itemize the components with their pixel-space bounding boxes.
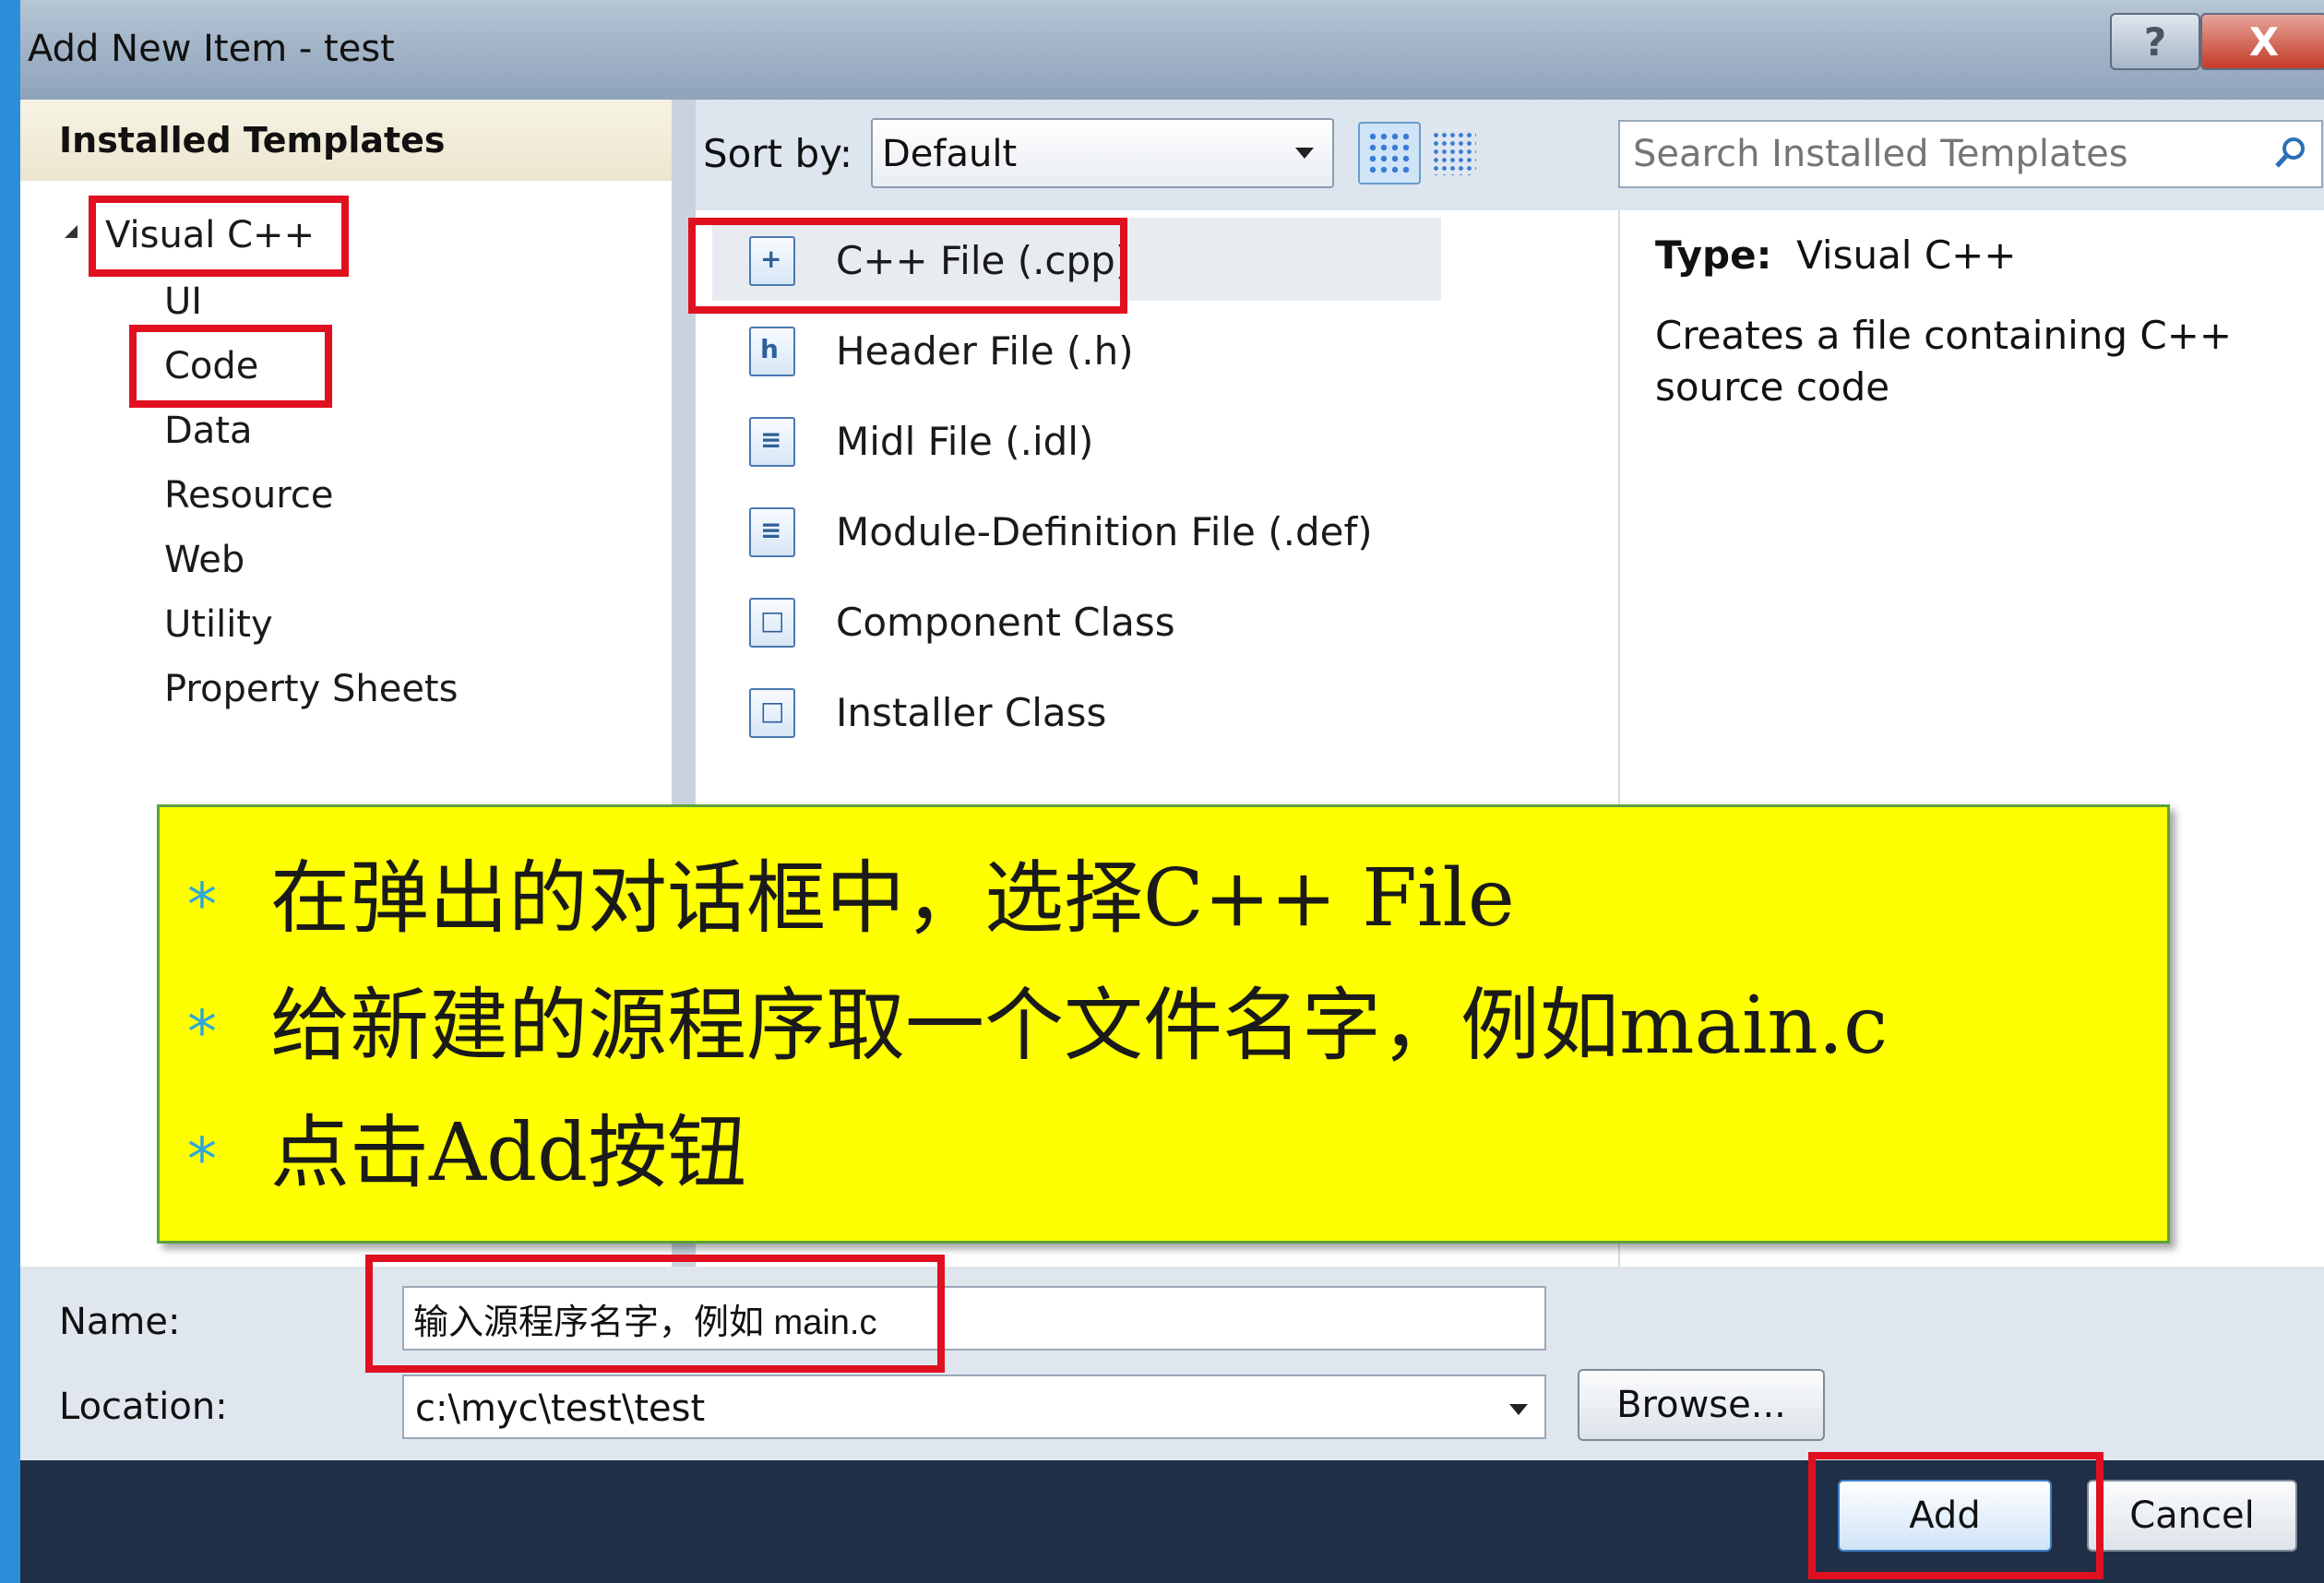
- installer-class-icon: □: [749, 688, 795, 738]
- highlight-code: [129, 325, 332, 408]
- callout-line-3: * 点击Add按钮: [187, 1088, 746, 1203]
- template-label: Midl File (.idl): [836, 419, 1094, 464]
- highlight-visual-cpp: [89, 196, 349, 277]
- midl-file-icon: ≡: [749, 417, 795, 467]
- callout-line-2: * 给新建的源程序取一个文件名字，例如main.c: [187, 960, 1888, 1076]
- highlight-add-button: [1808, 1452, 2104, 1579]
- small-icons-icon: [1432, 131, 1476, 175]
- installed-templates-title: Installed Templates: [59, 120, 446, 161]
- template-label: Module-Definition File (.def): [836, 509, 1373, 554]
- location-dropdown[interactable]: c:\myc\test\test: [402, 1375, 1546, 1439]
- def-file-icon: ≡: [749, 507, 795, 557]
- help-icon: ?: [2143, 18, 2167, 65]
- sort-by-label: Sort by:: [703, 131, 853, 176]
- bullet-icon: *: [187, 872, 217, 940]
- add-new-item-dialog: Add New Item - test ? X Installed Templa…: [20, 0, 2324, 1583]
- medium-icons-icon: [1367, 131, 1412, 175]
- template-item-header-file[interactable]: h Header File (.h): [712, 308, 1441, 391]
- browse-button[interactable]: Browse...: [1578, 1369, 1825, 1441]
- callout-text: 给新建的源程序取一个文件名字，例如main.c: [270, 980, 1889, 1072]
- tree-item-ui[interactable]: UI: [164, 280, 202, 323]
- template-label: Header File (.h): [836, 328, 1134, 374]
- small-icons-view-button[interactable]: [1423, 122, 1485, 184]
- bullet-icon: *: [187, 999, 217, 1067]
- window-title: Add New Item - test: [28, 28, 395, 70]
- sort-by-dropdown[interactable]: Default: [871, 118, 1334, 188]
- medium-icons-view-button[interactable]: [1358, 122, 1421, 184]
- callout-line-1: * 在弹出的对话框中，选择C++ File: [187, 833, 1515, 948]
- name-label: Name:: [59, 1301, 181, 1343]
- instruction-callout: * 在弹出的对话框中，选择C++ File * 给新建的源程序取一个文件名字，例如m…: [157, 804, 2170, 1244]
- type-value: Visual C++: [1796, 232, 2017, 278]
- template-item-component-class[interactable]: □ Component Class: [712, 579, 1441, 662]
- template-item-installer-class[interactable]: □ Installer Class: [712, 670, 1441, 753]
- location-label: Location:: [59, 1386, 228, 1428]
- tree-item-resource[interactable]: Resource: [164, 474, 333, 517]
- template-label: Component Class: [836, 600, 1175, 645]
- callout-text: 在弹出的对话框中，选择C++ File: [270, 852, 1515, 945]
- tree-item-web[interactable]: Web: [164, 539, 244, 581]
- type-label: Type:: [1655, 232, 1772, 278]
- highlight-cpp-file: [688, 218, 1127, 314]
- template-type: Type: Visual C++: [1655, 232, 2017, 278]
- installed-templates-header: Installed Templates: [20, 100, 672, 181]
- header-file-icon: h: [749, 327, 795, 376]
- title-bar: Add New Item - test ? X: [20, 0, 2324, 100]
- tree-item-property-sheets[interactable]: Property Sheets: [164, 668, 458, 710]
- location-value: c:\myc\test\test: [415, 1387, 706, 1430]
- close-icon: X: [2248, 18, 2280, 65]
- component-class-icon: □: [749, 598, 795, 648]
- chevron-down-icon: [1295, 148, 1314, 159]
- bullet-icon: *: [187, 1126, 217, 1195]
- template-item-module-definition-file[interactable]: ≡ Module-Definition File (.def): [712, 489, 1441, 572]
- search-templates-box: [1618, 120, 2323, 188]
- template-label: Installer Class: [836, 690, 1107, 735]
- tree-item-utility[interactable]: Utility: [164, 603, 273, 646]
- chevron-down-icon: [1509, 1404, 1528, 1415]
- template-description: Creates a file containing C++ source cod…: [1655, 313, 2233, 410]
- help-button[interactable]: ?: [2110, 13, 2200, 70]
- callout-text: 点击Add按钮: [270, 1107, 747, 1199]
- sort-by-value: Default: [882, 133, 1018, 175]
- template-item-midl-file[interactable]: ≡ Midl File (.idl): [712, 399, 1441, 482]
- search-templates-input[interactable]: [1631, 129, 2235, 179]
- close-button[interactable]: X: [2200, 13, 2324, 70]
- cancel-button[interactable]: Cancel: [2087, 1480, 2297, 1552]
- highlight-name-field: [365, 1255, 945, 1373]
- search-icon[interactable]: [2271, 135, 2308, 172]
- tree-collapse-icon[interactable]: [65, 225, 77, 238]
- tree-item-data[interactable]: Data: [164, 410, 253, 452]
